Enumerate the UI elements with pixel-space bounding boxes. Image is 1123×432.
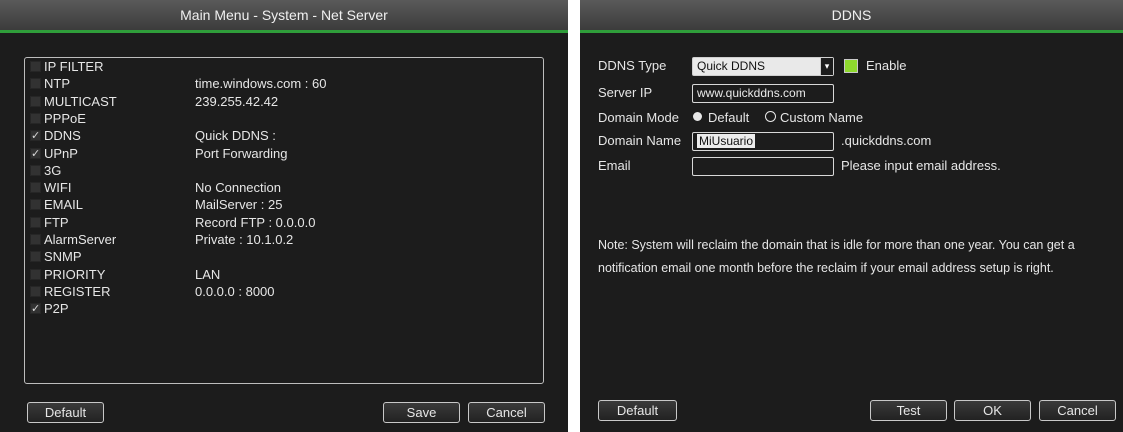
note-line-1: Note: System will reclaim the domain tha…	[598, 238, 1075, 252]
item-name: SNMP	[44, 249, 82, 265]
item-name: EMAIL	[44, 197, 84, 213]
list-item[interactable]: WIFI No Connection	[27, 179, 537, 196]
checkbox[interactable]: ✓	[30, 303, 41, 315]
list-item[interactable]: EMAIL MailServer : 25	[27, 196, 537, 213]
mode-custom-label: Custom Name	[780, 110, 864, 125]
ok-button[interactable]: OK	[954, 400, 1031, 421]
checkbox[interactable]	[30, 285, 41, 297]
server-ip-label: Server IP	[598, 85, 653, 100]
radio-custom-name[interactable]	[765, 111, 776, 122]
item-name: PRIORITY	[44, 266, 106, 282]
cancel-button[interactable]: Cancel	[1039, 400, 1116, 421]
email-field[interactable]	[692, 157, 834, 176]
note-line-2: notification email one month before the …	[598, 261, 1054, 275]
window-title: DDNS	[580, 0, 1123, 33]
item-value: MailServer : 25	[195, 197, 283, 213]
domain-name-field[interactable]: MiUsuario	[692, 132, 834, 151]
item-value: Quick DDNS :	[195, 128, 276, 144]
list-item[interactable]: PRIORITY LAN	[27, 266, 537, 283]
server-ip-field[interactable]: www.quickddns.com	[692, 84, 834, 103]
ddns-type-value: Quick DDNS	[697, 59, 766, 73]
checkbox[interactable]	[30, 182, 41, 194]
enable-checkbox[interactable]	[844, 59, 858, 73]
item-name: P2P	[44, 301, 69, 317]
item-name: PPPoE	[44, 110, 86, 126]
item-name: DDNS	[44, 128, 81, 144]
ddns-window: DDNS DDNS Type Quick DDNS ▾ Enable Serve…	[580, 0, 1123, 432]
checkbox[interactable]: ✓	[30, 130, 41, 142]
item-value: Port Forwarding	[195, 145, 288, 161]
window-title: Main Menu - System - Net Server	[0, 0, 568, 33]
item-name: IP FILTER	[44, 59, 104, 74]
item-name: AlarmServer	[44, 232, 117, 247]
item-name: FTP	[44, 214, 69, 230]
list-item[interactable]: SNMP	[27, 248, 537, 265]
list-item[interactable]: NTP time.windows.com : 60	[27, 75, 537, 92]
domain-name-label: Domain Name	[598, 133, 682, 148]
list-item[interactable]: REGISTER 0.0.0.0 : 8000	[27, 283, 537, 300]
checkbox[interactable]	[30, 234, 41, 245]
save-button[interactable]: Save	[383, 402, 460, 423]
checkbox[interactable]: ✓	[30, 147, 41, 159]
list-item[interactable]: PPPoE	[27, 110, 537, 127]
checkbox[interactable]	[30, 112, 41, 124]
ddns-type-select[interactable]: Quick DDNS ▾	[692, 57, 834, 76]
item-name: WIFI	[44, 180, 72, 196]
list-item[interactable]: ✓ UPnP Port Forwarding	[27, 145, 537, 162]
list-item[interactable]: FTP Record FTP : 0.0.0.0	[27, 214, 537, 231]
item-value: 0.0.0.0 : 8000	[195, 283, 275, 299]
checkbox[interactable]	[30, 216, 41, 228]
test-button[interactable]: Test	[870, 400, 947, 421]
item-name: MULTICAST	[44, 93, 117, 109]
item-value: 239.255.42.42	[195, 93, 279, 109]
list-item[interactable]: ✓ P2P	[27, 300, 537, 317]
mode-default-label: Default	[708, 110, 750, 125]
item-value: time.windows.com : 60	[195, 76, 327, 92]
checkbox[interactable]	[30, 164, 41, 176]
default-button[interactable]: Default	[27, 402, 104, 423]
ddns-type-label: DDNS Type	[598, 58, 667, 73]
chevron-down-icon: ▾	[820, 58, 833, 75]
list-item[interactable]: IP FILTER	[27, 58, 537, 75]
item-name: UPnP	[44, 145, 78, 161]
checkbox[interactable]	[30, 61, 41, 72]
item-value: Private : 10.1.0.2	[195, 232, 294, 247]
checkbox[interactable]	[30, 251, 41, 263]
list-item[interactable]: MULTICAST 239.255.42.42	[27, 93, 537, 110]
item-value: Record FTP : 0.0.0.0	[195, 214, 316, 230]
email-label: Email	[598, 158, 631, 173]
default-button[interactable]: Default	[598, 400, 677, 421]
domain-suffix: .quickddns.com	[841, 133, 932, 148]
reclaim-note: Note: System will reclaim the domain tha…	[598, 234, 1113, 280]
item-name: NTP	[44, 76, 70, 92]
cancel-button[interactable]: Cancel	[468, 402, 545, 423]
net-server-window: Main Menu - System - Net Server IP FILTE…	[0, 0, 568, 432]
list-item[interactable]: ✓ DDNS Quick DDNS :	[27, 127, 537, 144]
item-value: No Connection	[195, 180, 281, 196]
checkbox[interactable]	[30, 78, 41, 90]
item-name: REGISTER	[44, 283, 111, 299]
checkbox[interactable]	[30, 95, 41, 107]
item-name: 3G	[44, 162, 62, 178]
list-item[interactable]: 3G	[27, 162, 537, 179]
item-value: LAN	[195, 266, 221, 282]
domain-mode-label: Domain Mode	[598, 110, 679, 125]
net-server-list: IP FILTER NTP time.windows.com : 60 MULTICA…	[24, 57, 544, 384]
email-hint: Please input email address.	[841, 158, 1001, 173]
checkbox[interactable]	[30, 199, 41, 211]
enable-label: Enable	[866, 58, 907, 73]
checkbox[interactable]	[30, 268, 41, 280]
list-item[interactable]: AlarmServer Private : 10.1.0.2	[27, 231, 537, 248]
domain-name-value: MiUsuario	[697, 134, 756, 148]
radio-default-selected[interactable]	[693, 112, 702, 121]
